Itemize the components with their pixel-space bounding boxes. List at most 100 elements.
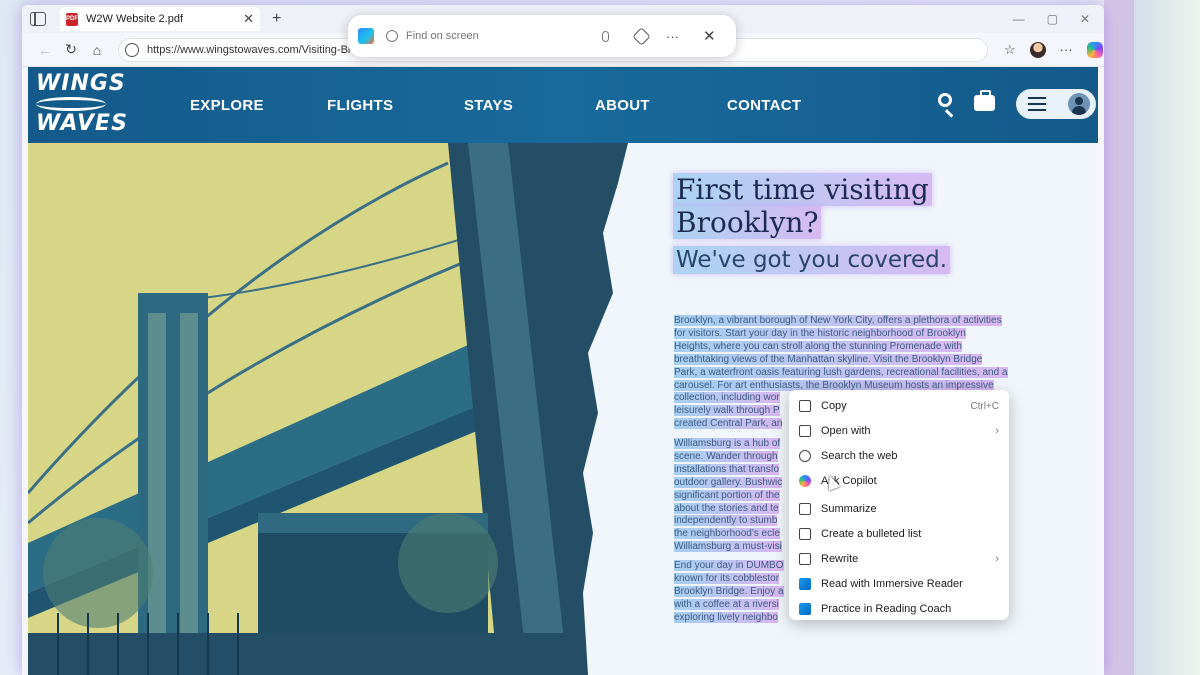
luggage-icon[interactable] xyxy=(974,90,995,111)
tab-close-icon[interactable]: ✕ xyxy=(243,11,254,27)
bridge-illustration xyxy=(28,143,628,675)
menu-item-label: Copy xyxy=(821,400,847,413)
find-on-screen-input[interactable] xyxy=(406,30,596,42)
menu-item-label: Read with Immersive Reader xyxy=(821,577,963,590)
menu-item-label: Open with xyxy=(821,425,871,438)
microphone-icon[interactable] xyxy=(602,30,609,42)
menu-item-summarize[interactable]: Summarize xyxy=(789,497,1009,522)
menu-item-bulleted-list[interactable]: Create a bulleted list xyxy=(789,521,1009,546)
title-line-1: First time visiting xyxy=(673,173,932,206)
nav-contact[interactable]: CONTACT xyxy=(727,97,801,114)
menu-item-label: Rewrite xyxy=(821,552,859,565)
restore-button[interactable]: ▢ xyxy=(1047,12,1058,26)
back-icon[interactable]: ← xyxy=(32,42,58,58)
paragraph-line: End your day in DUMBO xyxy=(674,560,784,571)
find-close-icon[interactable]: ✕ xyxy=(703,27,716,45)
menu-account-pill[interactable] xyxy=(1016,89,1096,119)
logo-bottom-text: WAVES xyxy=(36,111,128,136)
pdf-icon: PDF xyxy=(66,12,78,26)
bulleted-list-icon xyxy=(799,527,811,540)
context-menu: Copy Ctrl+C Open with › Search the web A… xyxy=(789,390,1009,620)
menu-item-ask-copilot[interactable]: Ask Copilot xyxy=(789,469,1009,494)
logo-top-text: WINGS xyxy=(36,71,126,96)
paragraph-line: Brooklyn Bridge. Enjoy a xyxy=(674,585,784,597)
paragraph-line: created Central Park, an xyxy=(674,418,783,430)
menu-item-label: Search the web xyxy=(821,450,898,463)
refresh-icon[interactable]: ↻ xyxy=(58,41,84,58)
menu-item-immersive-reader[interactable]: Read with Immersive Reader xyxy=(789,571,1009,596)
favorites-star-icon[interactable]: ☆ xyxy=(1004,42,1016,58)
search-icon[interactable] xyxy=(938,93,952,107)
minimize-button[interactable]: — xyxy=(1013,12,1025,26)
paragraph-line: collection, including wor xyxy=(674,392,780,404)
page-title: First time visiting Brooklyn? xyxy=(673,173,932,239)
paragraph-line: exploring lively neighbo xyxy=(674,611,778,623)
paragraph-line: for visitors. Start your day in the hist… xyxy=(674,327,966,339)
menu-item-reading-coach[interactable]: Practice in Reading Coach xyxy=(789,596,1009,621)
menu-item-open-with[interactable]: Open with › xyxy=(789,419,1009,444)
open-with-icon xyxy=(799,425,811,438)
user-avatar-icon[interactable] xyxy=(1068,93,1090,115)
paragraph-line: Brooklyn, a vibrant borough of New York … xyxy=(674,315,1002,326)
paragraph-line: outdoor gallery. Bushwic xyxy=(674,476,783,488)
main-nav: EXPLORE FLIGHTS STAYS ABOUT CONTACT xyxy=(190,67,801,143)
nav-stays[interactable]: STAYS xyxy=(464,97,595,114)
title-line-2: Brooklyn? xyxy=(673,206,822,239)
nav-about[interactable]: ABOUT xyxy=(595,97,727,114)
paragraph-line: independently to stumb xyxy=(674,515,778,527)
paragraph-line: Williamsburg is a hub of xyxy=(674,438,781,449)
site-info-icon[interactable] xyxy=(125,42,139,57)
shortcut-label: Ctrl+C xyxy=(970,400,999,412)
page-subtitle: We've got you covered. xyxy=(673,246,951,274)
paragraph-line: Williamsburg a must-visi xyxy=(674,541,782,553)
tab-title: W2W Website 2.pdf xyxy=(86,13,183,25)
find-more-icon[interactable]: ··· xyxy=(666,29,679,44)
menu-item-copy[interactable]: Copy Ctrl+C xyxy=(789,394,1009,419)
toolbar-icons: ☆ ··· xyxy=(1004,41,1103,58)
paragraph-line: known for its cobblestor xyxy=(674,572,780,584)
tab-actions-icon[interactable] xyxy=(30,12,46,26)
monitor-bezel xyxy=(1104,0,1134,675)
new-tab-button[interactable]: + xyxy=(272,10,281,28)
rewrite-icon xyxy=(799,552,811,565)
chevron-right-icon: › xyxy=(995,425,999,438)
paragraph-line: significant portion of the xyxy=(674,489,780,501)
chevron-right-icon: › xyxy=(995,552,999,565)
search-icon xyxy=(386,30,398,42)
visual-search-icon[interactable] xyxy=(632,26,651,46)
copy-icon xyxy=(799,400,811,413)
paragraph-line: carousel. For art enthusiasts, the Brook… xyxy=(674,379,994,391)
immersive-reader-icon xyxy=(799,577,811,590)
close-window-button[interactable]: ✕ xyxy=(1080,12,1090,26)
paragraph-line: Heights, where you can stroll along the … xyxy=(674,340,962,352)
wings-to-waves-logo[interactable]: WINGS WAVES xyxy=(36,73,128,137)
menu-item-label: Summarize xyxy=(821,503,877,515)
menu-item-label: Practice in Reading Coach xyxy=(821,602,952,615)
globe-icon xyxy=(799,450,811,463)
hamburger-menu-icon[interactable] xyxy=(1028,97,1046,111)
paragraph-line: the neighborhood's ecle xyxy=(674,528,780,540)
more-menu-icon[interactable]: ··· xyxy=(1060,42,1073,57)
copilot-icon[interactable] xyxy=(1086,41,1103,58)
paragraph-line: scene. Wander through xyxy=(674,450,778,462)
menu-item-label: Ask Copilot xyxy=(821,475,877,488)
home-icon[interactable]: ⌂ xyxy=(84,42,110,58)
find-on-screen-icon xyxy=(358,28,374,44)
paragraph-line: Park, a waterfront oasis featuring lush … xyxy=(674,366,1008,378)
reading-coach-icon xyxy=(799,602,811,615)
paragraph-line: breathtaking views of the Manhattan skyl… xyxy=(674,353,983,365)
menu-item-label: Create a bulleted list xyxy=(821,527,922,540)
profile-avatar[interactable] xyxy=(1029,41,1046,58)
paragraph-line: about the stories and te xyxy=(674,502,779,514)
nav-explore[interactable]: EXPLORE xyxy=(190,97,327,114)
paragraph-line: installations that transfo xyxy=(674,463,780,475)
find-on-screen-bar: ··· ✕ xyxy=(348,15,736,57)
nav-flights[interactable]: FLIGHTS xyxy=(327,97,464,114)
logo-wave-shape xyxy=(36,97,106,111)
menu-item-search-web[interactable]: Search the web xyxy=(789,444,1009,469)
paragraph-line: leisurely walk through P xyxy=(674,405,780,417)
tab-w2w-website[interactable]: PDF W2W Website 2.pdf ✕ xyxy=(60,7,260,31)
copilot-icon xyxy=(799,475,811,488)
summarize-icon xyxy=(799,503,811,515)
menu-item-rewrite[interactable]: Rewrite › xyxy=(789,546,1009,571)
